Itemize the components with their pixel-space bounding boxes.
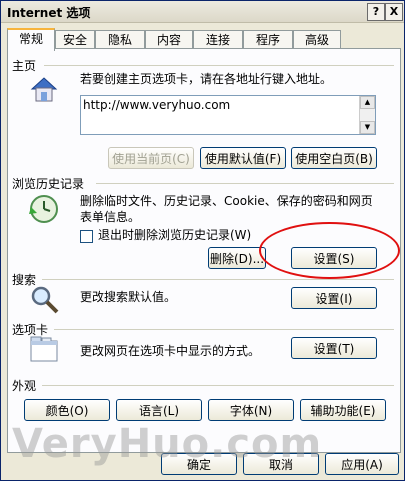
close-button[interactable]: X xyxy=(385,3,403,21)
appearance-section-title: 外观 xyxy=(12,379,37,393)
homepage-url-input[interactable]: http://www.veryhuo.com ▲ ▼ xyxy=(80,95,376,135)
history-section-title: 浏览历史记录 xyxy=(12,177,85,191)
apply-button[interactable]: 应用(A) xyxy=(325,453,399,475)
watermark: VeryHuo.com xyxy=(12,421,323,467)
search-description: 更改搜索默认值。 xyxy=(80,290,177,304)
delete-on-exit-checkbox[interactable] xyxy=(80,230,93,243)
history-description-line2: 表单信息。 xyxy=(80,210,141,224)
title-bar: Internet 选项 ? X xyxy=(1,1,404,23)
tab-advanced[interactable]: 高级 xyxy=(293,30,341,49)
divider xyxy=(42,385,394,386)
divider xyxy=(96,183,394,184)
use-default-button[interactable]: 使用默认值(F) xyxy=(200,147,286,169)
tab-connections[interactable]: 连接 xyxy=(193,30,243,49)
tab-security[interactable]: 安全 xyxy=(55,30,95,49)
search-settings-button[interactable]: 设置(I) xyxy=(291,287,377,309)
homepage-section-title: 主页 xyxy=(12,59,37,73)
tab-programs[interactable]: 程序 xyxy=(243,30,293,49)
help-button[interactable]: ? xyxy=(367,3,385,21)
tab-content[interactable]: 内容 xyxy=(145,30,193,49)
tab-privacy[interactable]: 隐私 xyxy=(95,30,145,49)
window-title: Internet 选项 xyxy=(7,6,91,20)
homepage-description: 若要创建主页选项卡，请在各地址行键入地址。 xyxy=(80,72,333,86)
colors-button[interactable]: 颜色(O) xyxy=(24,399,110,421)
homepage-url-value: http://www.veryhuo.com xyxy=(83,98,231,112)
fonts-button[interactable]: 字体(N) xyxy=(208,399,294,421)
tab-general[interactable]: 常规 xyxy=(7,28,55,51)
tabbed-window-icon xyxy=(30,336,58,362)
house-icon xyxy=(30,77,58,102)
magnifier-icon xyxy=(31,286,59,314)
use-current-button[interactable]: 使用当前页(C) xyxy=(108,147,194,169)
use-blank-button[interactable]: 使用空白页(B) xyxy=(291,147,377,169)
delete-on-exit-label: 退出时删除浏览历史记录(W) xyxy=(98,228,252,242)
tabs-description: 更改网页在选项卡中显示的方式。 xyxy=(80,344,261,358)
history-description-line1: 删除临时文件、历史记录、Cookie、保存的密码和网页 xyxy=(80,194,373,208)
scrollbar[interactable]: ▲ ▼ xyxy=(359,96,375,134)
languages-button[interactable]: 语言(L) xyxy=(116,399,202,421)
delete-history-button[interactable]: 删除(D)... xyxy=(208,247,266,269)
divider xyxy=(54,329,394,330)
scroll-up-icon[interactable]: ▲ xyxy=(360,96,375,109)
tabs-settings-button[interactable]: 设置(T) xyxy=(291,337,377,359)
scroll-down-icon[interactable]: ▼ xyxy=(360,121,375,134)
highlight-oval xyxy=(259,222,400,279)
history-clock-icon xyxy=(29,195,58,223)
divider xyxy=(44,65,394,66)
divider xyxy=(42,279,394,280)
accessibility-button[interactable]: 辅助功能(E) xyxy=(300,399,386,421)
